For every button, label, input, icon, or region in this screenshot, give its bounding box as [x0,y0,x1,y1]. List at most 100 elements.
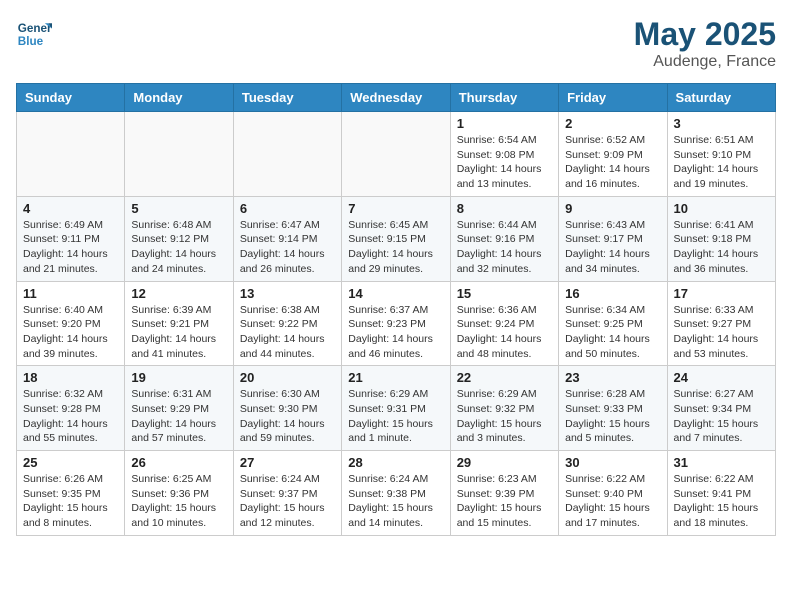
weekday-header-friday: Friday [559,84,667,112]
day-info: Sunrise: 6:48 AM Sunset: 9:12 PM Dayligh… [131,218,226,277]
calendar-cell: 26 Sunrise: 6:25 AM Sunset: 9:36 PM Dayli… [125,451,233,536]
day-number: 13 [240,286,335,301]
day-info: Sunrise: 6:39 AM Sunset: 9:21 PM Dayligh… [131,303,226,362]
day-info: Sunrise: 6:26 AM Sunset: 9:35 PM Dayligh… [23,472,118,531]
day-number: 5 [131,201,226,216]
logo-icon: General Blue [16,16,52,52]
day-number: 27 [240,455,335,470]
calendar-cell: 12Sunrise: 6:39 AM Sunset: 9:21 PM Dayli… [125,281,233,366]
logo: General Blue [16,16,52,52]
weekday-header-saturday: Saturday [667,84,775,112]
day-info: Sunrise: 6:28 AM Sunset: 9:33 PM Dayligh… [565,387,660,446]
day-number: 14 [348,286,443,301]
calendar-header-row: SundayMondayTuesdayWednesdayThursdayFrid… [17,84,776,112]
calendar-cell: 16 Sunrise: 6:34 AM Sunset: 9:25 PM Dayli… [559,281,667,366]
day-number: 3 [674,116,769,131]
calendar-table: SundayMondayTuesdayWednesdayThursdayFrid… [16,83,776,536]
day-info: Sunrise: 6:24 AM Sunset: 9:38 PM Dayligh… [348,472,443,531]
day-info: Sunrise: 6:22 AM Sunset: 9:40 PM Dayligh… [565,472,660,531]
calendar-cell: 25 Sunrise: 6:26 AM Sunset: 9:35 PM Dayli… [17,451,125,536]
day-info: Sunrise: 6:25 AM Sunset: 9:36 PM Dayligh… [131,472,226,531]
day-info: Sunrise: 6:51 AM Sunset: 9:10 PM Dayligh… [674,133,769,192]
day-number: 23 [565,370,660,385]
day-number: 26 [131,455,226,470]
calendar-cell: 29 Sunrise: 6:23 AM Sunset: 9:39 PM Dayli… [450,451,558,536]
weekday-header-sunday: Sunday [17,84,125,112]
calendar-cell: 18 Sunrise: 6:32 AM Sunset: 9:28 PM Dayli… [17,366,125,451]
day-info: Sunrise: 6:49 AM Sunset: 9:11 PM Dayligh… [23,218,118,277]
calendar-cell: 30Sunrise: 6:22 AM Sunset: 9:40 PM Dayli… [559,451,667,536]
day-info: Sunrise: 6:43 AM Sunset: 9:17 PM Dayligh… [565,218,660,277]
calendar-cell: 31Sunrise: 6:22 AM Sunset: 9:41 PM Dayli… [667,451,775,536]
day-info: Sunrise: 6:29 AM Sunset: 9:31 PM Dayligh… [348,387,443,446]
svg-text:Blue: Blue [18,35,44,48]
calendar-cell: 5 Sunrise: 6:48 AM Sunset: 9:12 PM Daylig… [125,196,233,281]
day-info: Sunrise: 6:44 AM Sunset: 9:16 PM Dayligh… [457,218,552,277]
day-info: Sunrise: 6:31 AM Sunset: 9:29 PM Dayligh… [131,387,226,446]
day-number: 11 [23,286,118,301]
day-info: Sunrise: 6:37 AM Sunset: 9:23 PM Dayligh… [348,303,443,362]
calendar-cell: 3 Sunrise: 6:51 AM Sunset: 9:10 PM Daylig… [667,112,775,197]
day-number: 28 [348,455,443,470]
calendar-cell: 11 Sunrise: 6:40 AM Sunset: 9:20 PM Dayli… [17,281,125,366]
calendar-cell: 8 Sunrise: 6:44 AM Sunset: 9:16 PM Daylig… [450,196,558,281]
day-info: Sunrise: 6:32 AM Sunset: 9:28 PM Dayligh… [23,387,118,446]
calendar-cell: 13Sunrise: 6:38 AM Sunset: 9:22 PM Dayli… [233,281,341,366]
month-title: May 2025 [634,16,776,53]
day-number: 31 [674,455,769,470]
calendar-cell [342,112,450,197]
day-info: Sunrise: 6:45 AM Sunset: 9:15 PM Dayligh… [348,218,443,277]
weekday-header-thursday: Thursday [450,84,558,112]
calendar-cell: 22 Sunrise: 6:29 AM Sunset: 9:32 PM Dayli… [450,366,558,451]
day-info: Sunrise: 6:52 AM Sunset: 9:09 PM Dayligh… [565,133,660,192]
calendar-cell [233,112,341,197]
day-info: Sunrise: 6:27 AM Sunset: 9:34 PM Dayligh… [674,387,769,446]
day-info: Sunrise: 6:30 AM Sunset: 9:30 PM Dayligh… [240,387,335,446]
calendar-cell: 19 Sunrise: 6:31 AM Sunset: 9:29 PM Dayli… [125,366,233,451]
day-number: 25 [23,455,118,470]
day-number: 8 [457,201,552,216]
day-number: 22 [457,370,552,385]
day-number: 7 [348,201,443,216]
day-info: Sunrise: 6:29 AM Sunset: 9:32 PM Dayligh… [457,387,552,446]
day-number: 10 [674,201,769,216]
day-number: 16 [565,286,660,301]
day-number: 15 [457,286,552,301]
calendar-cell: 14 Sunrise: 6:37 AM Sunset: 9:23 PM Dayli… [342,281,450,366]
day-number: 21 [348,370,443,385]
day-number: 2 [565,116,660,131]
calendar-cell: 9 Sunrise: 6:43 AM Sunset: 9:17 PM Daylig… [559,196,667,281]
day-info: Sunrise: 6:23 AM Sunset: 9:39 PM Dayligh… [457,472,552,531]
weekday-header-tuesday: Tuesday [233,84,341,112]
calendar-cell: 4Sunrise: 6:49 AM Sunset: 9:11 PM Daylig… [17,196,125,281]
day-info: Sunrise: 6:34 AM Sunset: 9:25 PM Dayligh… [565,303,660,362]
weekday-header-wednesday: Wednesday [342,84,450,112]
calendar-cell [17,112,125,197]
day-number: 20 [240,370,335,385]
calendar-cell: 28 Sunrise: 6:24 AM Sunset: 9:38 PM Dayli… [342,451,450,536]
calendar-cell: 6 Sunrise: 6:47 AM Sunset: 9:14 PM Daylig… [233,196,341,281]
calendar-week-row: 18 Sunrise: 6:32 AM Sunset: 9:28 PM Dayli… [17,366,776,451]
calendar-cell: 21 Sunrise: 6:29 AM Sunset: 9:31 PM Dayli… [342,366,450,451]
calendar-cell: 7 Sunrise: 6:45 AM Sunset: 9:15 PM Daylig… [342,196,450,281]
calendar-cell: 23 Sunrise: 6:28 AM Sunset: 9:33 PM Dayli… [559,366,667,451]
page-header: General Blue May 2025 Audenge, France [16,16,776,71]
day-number: 19 [131,370,226,385]
calendar-week-row: 1Sunrise: 6:54 AM Sunset: 9:08 PM Daylig… [17,112,776,197]
calendar-cell: 2 Sunrise: 6:52 AM Sunset: 9:09 PM Daylig… [559,112,667,197]
calendar-week-row: 11 Sunrise: 6:40 AM Sunset: 9:20 PM Dayli… [17,281,776,366]
calendar-cell: 27 Sunrise: 6:24 AM Sunset: 9:37 PM Dayli… [233,451,341,536]
day-info: Sunrise: 6:40 AM Sunset: 9:20 PM Dayligh… [23,303,118,362]
day-number: 9 [565,201,660,216]
location: Audenge, France [634,53,776,71]
day-number: 29 [457,455,552,470]
calendar-cell: 20 Sunrise: 6:30 AM Sunset: 9:30 PM Dayli… [233,366,341,451]
day-number: 18 [23,370,118,385]
day-number: 1 [457,116,552,131]
day-info: Sunrise: 6:24 AM Sunset: 9:37 PM Dayligh… [240,472,335,531]
day-number: 6 [240,201,335,216]
calendar-cell: 1Sunrise: 6:54 AM Sunset: 9:08 PM Daylig… [450,112,558,197]
day-info: Sunrise: 6:47 AM Sunset: 9:14 PM Dayligh… [240,218,335,277]
calendar-cell [125,112,233,197]
calendar-cell: 24Sunrise: 6:27 AM Sunset: 9:34 PM Dayli… [667,366,775,451]
